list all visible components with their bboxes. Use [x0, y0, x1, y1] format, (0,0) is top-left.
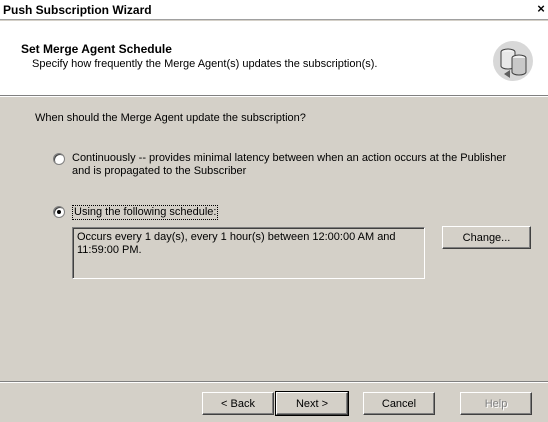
- next-button[interactable]: Next >: [275, 391, 349, 416]
- page-subtitle: Specify how frequently the Merge Agent(s…: [32, 58, 378, 70]
- schedule-description: Occurs every 1 day(s), every 1 hour(s) b…: [72, 227, 425, 279]
- page-title: Set Merge Agent Schedule: [21, 42, 172, 56]
- back-button[interactable]: < Back: [202, 392, 274, 415]
- wizard-window: Push Subscription Wizard × Set Merge Age…: [0, 0, 548, 422]
- footer-separator: [0, 381, 548, 383]
- window-title: Push Subscription Wizard: [3, 3, 152, 17]
- schedule-text-line1: Occurs every 1 day(s), every 1 hour(s) b…: [77, 231, 396, 243]
- close-icon[interactable]: ×: [534, 2, 548, 16]
- schedule-question: When should the Merge Agent update the s…: [35, 112, 306, 124]
- schedule-text-line2: 11:59:00 PM.: [77, 244, 142, 256]
- help-button[interactable]: Help: [460, 392, 532, 415]
- schedule-option[interactable]: Using the following schedule:: [53, 205, 219, 220]
- wizard-header: Set Merge Agent Schedule Specify how fre…: [0, 21, 548, 95]
- continuously-label-line2: and is propagated to the Subscriber: [72, 165, 247, 177]
- schedule-option-label: Using the following schedule:: [72, 205, 219, 220]
- header-separator: [0, 95, 548, 97]
- cancel-button[interactable]: Cancel: [363, 392, 435, 415]
- title-bar: Push Subscription Wizard ×: [0, 0, 548, 20]
- change-schedule-button[interactable]: Change...: [442, 226, 531, 249]
- database-subscription-icon: [493, 41, 533, 81]
- continuously-radio[interactable]: [53, 153, 65, 165]
- continuously-option[interactable]: Continuously -- provides minimal latency…: [53, 152, 506, 178]
- schedule-radio[interactable]: [53, 206, 65, 218]
- continuously-label-line1: Continuously -- provides minimal latency…: [72, 152, 507, 164]
